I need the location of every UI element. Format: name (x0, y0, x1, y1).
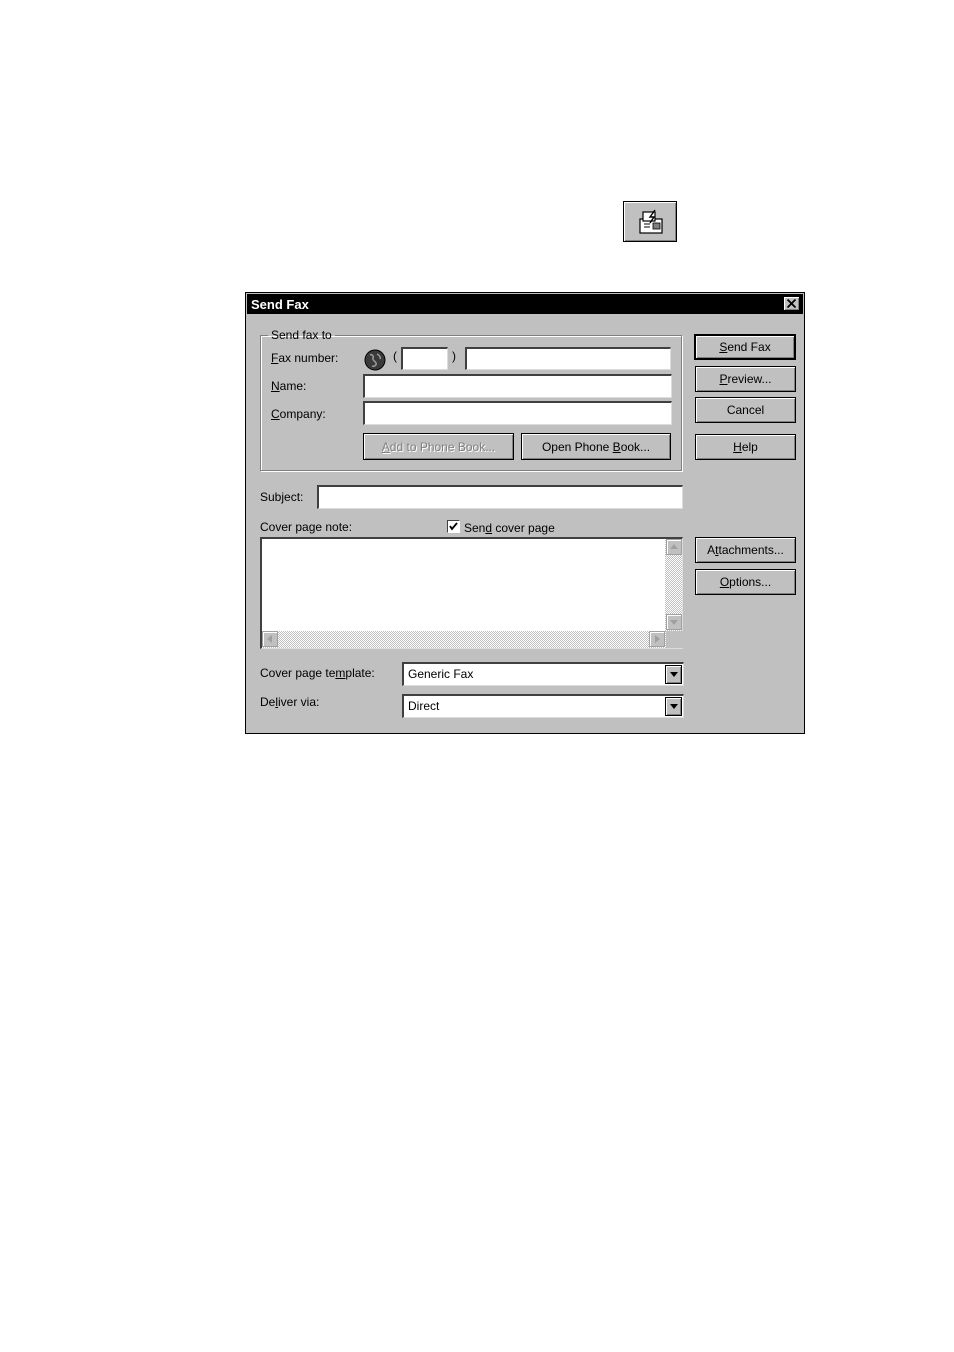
title-bar: Send Fax (247, 294, 803, 314)
subject-input[interactable] (317, 485, 683, 509)
attachments-button[interactable]: Attachments... (695, 537, 796, 563)
send-fax-to-legend: Send fax to (271, 328, 332, 342)
subject-label: Subject: (260, 490, 304, 504)
chevron-down-icon[interactable] (665, 697, 682, 716)
name-label: Name: (271, 379, 307, 393)
arrow-down-icon (670, 620, 678, 625)
name-input[interactable] (363, 374, 672, 398)
fax-toolbar-button[interactable] (623, 201, 677, 242)
arrow-up-icon (670, 544, 678, 549)
area-code-input[interactable] (401, 347, 448, 370)
deliver-via-value: Direct (408, 699, 440, 713)
send-cover-page-label[interactable]: Send cover page (464, 521, 555, 535)
company-input[interactable] (363, 401, 672, 425)
open-phone-book-button[interactable]: Open Phone Book... (521, 433, 671, 460)
help-button[interactable]: Help (695, 434, 796, 460)
preview-button[interactable]: Preview... (695, 366, 796, 392)
close-button[interactable] (783, 296, 800, 311)
arrow-left-icon (267, 635, 272, 643)
dialog-title: Send Fax (251, 297, 309, 312)
scroll-up-button[interactable] (666, 539, 682, 555)
checkmark-icon (449, 522, 458, 531)
scroll-left-button[interactable] (262, 631, 278, 647)
send-cover-page-checkbox[interactable] (447, 520, 460, 533)
area-code-open-paren: ( (393, 349, 397, 363)
options-button[interactable]: Options... (695, 569, 796, 595)
cover-page-template-label: Cover page template: (260, 666, 375, 680)
add-to-phone-book-button[interactable]: Add to Phone Book... (363, 433, 514, 460)
arrow-right-icon (655, 635, 660, 643)
fax-number-label: Fax number: (271, 351, 339, 365)
chevron-down-icon[interactable] (665, 665, 682, 684)
company-label: Company: (271, 407, 326, 421)
cover-page-note-label: Cover page note: (260, 520, 353, 534)
scroll-right-button[interactable] (649, 631, 665, 647)
scrollbar-corner (666, 631, 683, 648)
cancel-button[interactable]: Cancel (695, 397, 796, 423)
globe-icon[interactable] (364, 349, 386, 374)
cover-page-template-value: Generic Fax (408, 667, 474, 681)
fax-machine-icon (639, 209, 663, 234)
deliver-via-select[interactable]: Direct (402, 694, 684, 718)
send-fax-button[interactable]: Send Fax (694, 334, 796, 360)
area-code-close-paren: ) (452, 349, 456, 363)
deliver-via-label: Deliver via: (260, 695, 320, 709)
cover-page-template-select[interactable]: Generic Fax (402, 662, 684, 686)
horizontal-scrollbar[interactable] (262, 631, 666, 648)
close-icon (787, 299, 796, 308)
scroll-down-button[interactable] (666, 614, 682, 630)
cover-page-note-textarea[interactable] (260, 537, 683, 649)
fax-number-input[interactable] (465, 347, 671, 370)
send-fax-dialog: Send Fax Send fax to Fax number: ( ) Nam… (245, 292, 805, 734)
